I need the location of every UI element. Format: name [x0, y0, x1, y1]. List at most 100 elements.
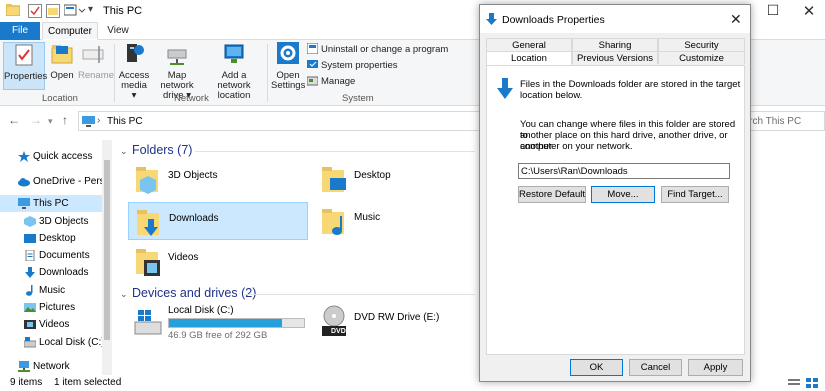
access-media-button[interactable]: Access media ▾ [118, 42, 150, 101]
folder-videos[interactable]: Videos [128, 242, 308, 280]
tab-general[interactable]: General [486, 38, 572, 51]
uninstall-program-button[interactable]: Uninstall or change a program [307, 43, 448, 58]
sidebar-item-this-pc[interactable]: This PC [0, 195, 102, 212]
folder-label: Desktop [354, 170, 391, 181]
location-group-label: Location [42, 93, 78, 104]
manage-button[interactable]: Manage [307, 75, 355, 90]
recent-locations-chevron-icon[interactable]: ▾ [48, 116, 53, 127]
gear-icon [277, 42, 299, 64]
sidebar-item-label: This PC [33, 198, 69, 209]
folder-label: 3D Objects [168, 170, 218, 181]
navigation-pane: Quick access OneDrive - Persor This PC 3… [0, 140, 112, 375]
add-network-location-button[interactable]: Add a network location [204, 42, 264, 101]
customize-quick-access-icon[interactable] [63, 3, 88, 20]
sidebar-item-label: Videos [39, 319, 70, 330]
sidebar-item-onedrive[interactable]: OneDrive - Persor [0, 173, 102, 190]
move-button[interactable]: Move... [591, 186, 655, 203]
collapse-chevron-icon[interactable]: ⌄ [120, 146, 128, 157]
forward-arrow-icon[interactable]: → [30, 113, 42, 127]
manage-label: Manage [321, 76, 356, 87]
media-server-icon [127, 44, 144, 62]
3d-objects-folder-icon [136, 167, 158, 194]
details-view-icon[interactable] [788, 378, 800, 388]
tab-previous-versions[interactable]: Previous Versions [572, 51, 658, 64]
location-tab-panel: Files in the Downloads folder are stored… [486, 65, 745, 355]
back-arrow-icon[interactable]: ← [8, 113, 20, 127]
target-path-input[interactable]: C:\Users\Ran\Downloads [518, 163, 730, 179]
add-location-label-line1: Add a network [217, 70, 251, 91]
sidebar-item-videos[interactable]: Videos [0, 316, 102, 333]
sidebar-item-local-disk[interactable]: Local Disk (C:) [0, 334, 102, 351]
close-button[interactable]: ✕ [794, 2, 824, 20]
navpane-scrollbar-thumb[interactable] [104, 160, 110, 340]
drive-dvd[interactable]: DVD DVD RW Drive (E:) [314, 302, 474, 342]
status-item-count: 9 items [10, 377, 43, 388]
music-icon [26, 285, 33, 296]
sidebar-item-3d-objects[interactable]: 3D Objects [0, 213, 102, 230]
folder-3d-objects[interactable]: 3D Objects [128, 160, 308, 198]
maximize-button[interactable]: ☐ [758, 2, 788, 20]
sidebar-item-quick-access[interactable]: Quick access [0, 148, 102, 165]
large-icons-view-icon[interactable] [806, 378, 818, 388]
find-target-button[interactable]: Find Target... [661, 186, 729, 203]
dropdown-chevron-icon[interactable]: ▾ [88, 4, 93, 15]
rename-button[interactable]: Rename [78, 42, 114, 90]
network-icon [18, 361, 30, 372]
sidebar-item-label: Local Disk (C:) [39, 337, 102, 348]
open-button[interactable]: Open [48, 42, 76, 90]
system-properties-label: System properties [321, 60, 398, 71]
devices-heading[interactable]: Devices and drives (2) [132, 286, 256, 300]
properties-label: Properties [4, 71, 48, 82]
map-network-drive-button[interactable]: Map network drive ▾ [152, 42, 202, 101]
apply-button[interactable]: Apply [688, 359, 743, 376]
restore-default-button[interactable]: Restore Default [518, 186, 586, 203]
ok-button[interactable]: OK [570, 359, 623, 376]
ribbon-separator [267, 44, 268, 102]
sidebar-item-label: 3D Objects [39, 216, 89, 227]
tab-security[interactable]: Security [658, 38, 745, 51]
add-location-label-line2: location [217, 90, 251, 101]
cloud-icon [18, 178, 30, 187]
info-text-line1: Files in the Downloads folder are stored… [520, 79, 741, 90]
tab-view[interactable]: View [100, 22, 136, 40]
folder-music[interactable]: Music [314, 202, 474, 240]
ribbon-separator [114, 44, 115, 102]
sidebar-item-documents[interactable]: Documents [0, 247, 102, 264]
sidebar-item-downloads[interactable]: Downloads [0, 264, 102, 281]
windows-drive-icon [134, 310, 162, 335]
dialog-close-button[interactable]: ✕ [730, 11, 742, 28]
sidebar-item-desktop[interactable]: Desktop [0, 230, 102, 247]
properties-button[interactable]: Properties [3, 42, 48, 90]
new-folder-quick-icon[interactable] [46, 4, 60, 18]
open-settings-button[interactable]: Open Settings [271, 42, 305, 91]
download-arrow-icon [497, 78, 513, 99]
collapse-chevron-icon[interactable]: ⌄ [120, 289, 128, 300]
up-arrow-icon[interactable]: ↑ [62, 113, 68, 127]
tab-file[interactable]: File [0, 22, 40, 40]
tab-customize[interactable]: Customize [658, 51, 745, 64]
sidebar-item-network[interactable]: Network [0, 358, 102, 375]
picture-icon [24, 303, 36, 312]
sidebar-item-label: OneDrive - Persor [33, 176, 102, 187]
info-text-line2: location below. [520, 90, 583, 101]
cancel-button[interactable]: Cancel [629, 359, 682, 376]
dialog-title: Downloads Properties [502, 14, 605, 26]
uninstall-label: Uninstall or change a program [321, 44, 449, 55]
document-icon [25, 250, 35, 261]
breadcrumb-chevron-icon: › [97, 115, 101, 126]
tab-computer[interactable]: Computer [42, 22, 98, 40]
tab-sharing[interactable]: Sharing [572, 38, 658, 51]
properties-quick-icon[interactable] [28, 4, 42, 18]
sidebar-item-pictures[interactable]: Pictures [0, 299, 102, 316]
folders-heading[interactable]: Folders (7) [132, 143, 192, 157]
folder-desktop[interactable]: Desktop [314, 160, 474, 198]
folder-downloads[interactable]: Downloads [128, 202, 308, 240]
folder-label: Downloads [169, 213, 219, 224]
tab-location[interactable]: Location [486, 51, 572, 66]
section-divider [195, 151, 475, 152]
sidebar-item-music[interactable]: Music [0, 282, 102, 299]
programs-icon [307, 43, 318, 54]
desktop-icon [24, 234, 36, 243]
system-properties-button[interactable]: System properties [307, 59, 398, 74]
drive-local-disk[interactable]: Local Disk (C:) 46.9 GB free of 292 GB [128, 302, 310, 342]
